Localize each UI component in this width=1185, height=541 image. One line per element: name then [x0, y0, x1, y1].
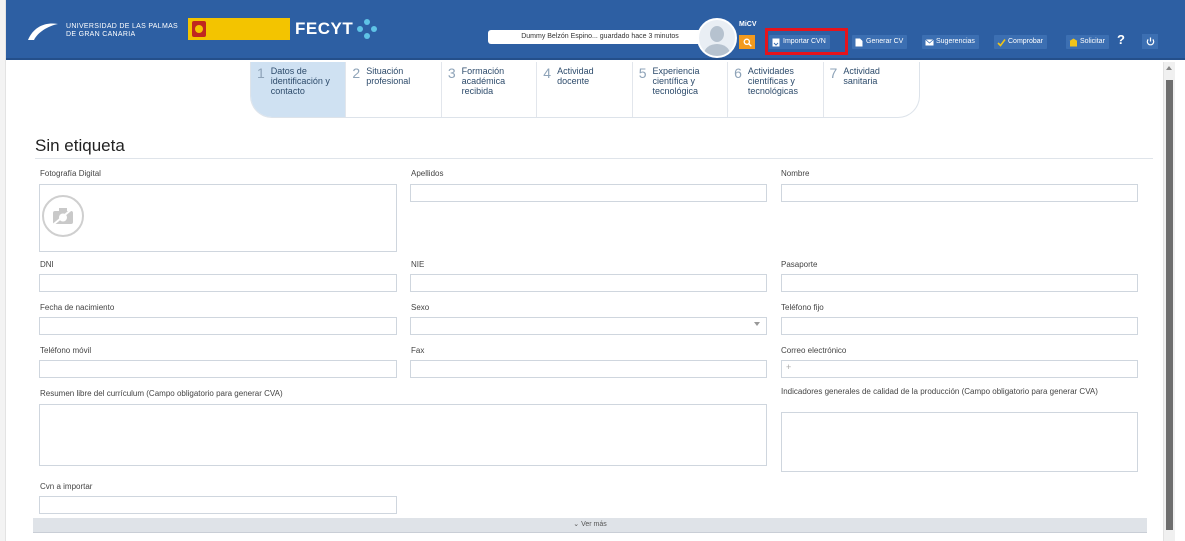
request-button[interactable]: Solicitar [1066, 35, 1109, 49]
cvn-import-label: Cvn a importar [40, 482, 93, 491]
telefono-fijo-input[interactable] [781, 317, 1138, 335]
fax-input[interactable] [410, 360, 767, 378]
app-root: UNIVERSIDAD DE LAS PALMAS DE GRAN CANARI… [0, 0, 1185, 541]
dni-input[interactable] [39, 274, 397, 292]
nie-label: NIE [411, 260, 425, 269]
government-logo [188, 18, 290, 40]
tab-label: Formación académica recibida [461, 66, 506, 96]
window-left-edge [0, 0, 6, 541]
fecyt-dots-icon [357, 19, 378, 39]
university-name-line2: DE GRAN CANARIA [66, 31, 136, 38]
see-more-label: Ver más [581, 521, 607, 528]
tab-actividad-docente[interactable]: 4 Actividad docente [537, 62, 633, 117]
generate-cv-button[interactable]: Generar CV [852, 35, 908, 49]
tab-actividades-cientificas[interactable]: 6 Actividades científicas y tecnológicas [728, 62, 824, 117]
tab-formacion[interactable]: 3 Formación académica recibida [442, 62, 538, 117]
indicadores-textarea[interactable] [781, 412, 1138, 472]
dni-label: DNI [40, 260, 54, 269]
nombre-input[interactable] [781, 184, 1138, 202]
telefono-movil-label: Teléfono móvil [40, 346, 92, 355]
user-label: MiCV [739, 21, 757, 28]
fecyt-logo: FECYT [295, 19, 421, 39]
check-label: Comprobar [1008, 38, 1044, 45]
save-status: Dummy Belzón Espino... guardado hace 3 m… [488, 30, 712, 44]
tab-experiencia[interactable]: 5 Experiencia científica y tecnológica [633, 62, 729, 117]
fecyt-name: FECYT [295, 19, 354, 38]
document-icon [855, 38, 863, 47]
scrollbar-thumb[interactable] [1166, 80, 1173, 530]
correo-input[interactable] [781, 360, 1138, 378]
tab-identificacion[interactable]: 1 Datos de identificación y contacto [251, 62, 347, 117]
telefono-movil-input[interactable] [39, 360, 397, 378]
resumen-textarea[interactable] [39, 404, 767, 466]
tab-number: 6 [734, 65, 742, 81]
coat-of-arms-icon [192, 21, 206, 37]
cvn-import-input[interactable] [39, 496, 397, 514]
apellidos-input[interactable] [410, 184, 767, 202]
university-swoosh-icon [26, 20, 60, 42]
search-button[interactable] [739, 35, 755, 49]
nie-input[interactable] [410, 274, 767, 292]
tab-label: Actividades científicas y tecnológicas [747, 66, 798, 96]
tab-label: Situación profesional [366, 66, 411, 86]
tab-number: 1 [257, 65, 265, 81]
indicadores-label: Indicadores generales de calidad de la p… [781, 387, 1098, 396]
university-logo[interactable]: UNIVERSIDAD DE LAS PALMAS DE GRAN CANARI… [26, 20, 178, 42]
tab-number: 2 [352, 65, 361, 81]
sexo-select[interactable] [410, 317, 767, 335]
tab-situacion-profesional[interactable]: 2 Situación profesional [346, 62, 442, 117]
resumen-label: Resumen libre del currículum (Campo obli… [40, 389, 283, 398]
power-icon [1146, 37, 1154, 46]
nombre-label: Nombre [781, 169, 810, 178]
fecha-nacimiento-input[interactable] [39, 317, 397, 335]
sexo-label: Sexo [411, 303, 430, 312]
photo-label: Fotografía Digital [40, 169, 101, 178]
scroll-up-arrow-icon[interactable] [1166, 66, 1172, 70]
request-label: Solicitar [1080, 38, 1105, 45]
camera-disabled-icon[interactable] [42, 195, 84, 237]
university-name: UNIVERSIDAD DE LAS PALMAS DE GRAN CANARI… [66, 23, 178, 39]
checkmark-icon [997, 38, 1006, 47]
check-button[interactable]: Comprobar [994, 35, 1048, 49]
generate-cv-label: Generar CV [866, 38, 904, 45]
section-tabs: 1 Datos de identificación y contacto 2 S… [250, 62, 920, 118]
envelope-icon [925, 38, 934, 47]
suggestions-button[interactable]: Sugerencias [922, 35, 979, 49]
tab-number: 3 [447, 65, 456, 81]
pasaporte-label: Pasaporte [781, 260, 818, 269]
email-add-icon[interactable]: + [786, 362, 791, 372]
correo-label: Correo electrónico [781, 346, 847, 355]
bottom-divider [33, 532, 1147, 533]
tab-number: 5 [638, 65, 647, 81]
pasaporte-input[interactable] [781, 274, 1138, 292]
apellidos-label: Apellidos [411, 169, 444, 178]
chevron-down-icon[interactable] [754, 322, 760, 326]
building-icon [1069, 38, 1078, 47]
tab-number: 4 [543, 65, 552, 81]
suggestions-label: Sugerencias [936, 38, 975, 45]
tab-label: Actividad sanitaria [843, 66, 880, 86]
search-icon [743, 38, 752, 47]
section-title: Sin etiqueta [35, 136, 125, 155]
tab-label: Experiencia científica y tecnológica [652, 66, 700, 96]
chevron-down-icon: ⌄ [573, 521, 582, 528]
tab-label: Actividad docente [557, 66, 594, 86]
tab-label: Datos de identificación y contacto [270, 66, 330, 96]
logout-button[interactable] [1142, 34, 1158, 49]
highlight-box [765, 28, 848, 55]
photo-upload-area[interactable] [39, 184, 397, 252]
see-more-button[interactable]: ⌄ Ver más [33, 518, 1147, 532]
tab-number: 7 [829, 65, 838, 81]
section-divider [35, 158, 1153, 159]
tab-actividad-sanitaria[interactable]: 7 Actividad sanitaria [824, 62, 919, 117]
fecha-nacimiento-label: Fecha de nacimiento [40, 303, 115, 312]
university-name-line1: UNIVERSIDAD DE LAS PALMAS [66, 23, 179, 30]
help-button[interactable]: ? [1117, 32, 1125, 47]
telefono-fijo-label: Teléfono fijo [781, 303, 824, 312]
fax-label: Fax [411, 346, 425, 355]
user-avatar[interactable] [697, 18, 737, 58]
